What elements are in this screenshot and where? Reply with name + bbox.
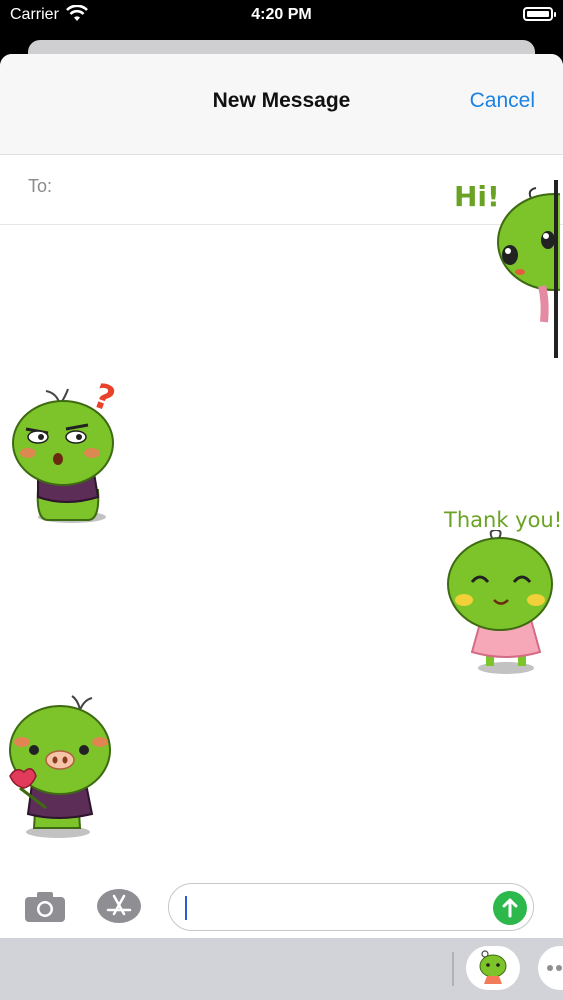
sticker-confused[interactable] — [8, 385, 118, 530]
more-icon — [547, 965, 562, 971]
status-bar: Carrier 4:20 PM — [0, 0, 563, 32]
message-input[interactable] — [168, 883, 534, 931]
composer-bar — [0, 875, 563, 938]
camera-icon[interactable] — [24, 891, 66, 923]
sticker-app-icon — [479, 950, 507, 984]
to-label: To: — [28, 176, 53, 196]
sticker-thank-you[interactable] — [444, 530, 556, 675]
sticker-thank-you-text: Thank you! — [444, 508, 563, 532]
cancel-button[interactable]: Cancel — [470, 89, 535, 113]
more-apps-button[interactable] — [538, 946, 563, 990]
send-button[interactable] — [493, 891, 527, 925]
text-caret — [185, 896, 187, 920]
app-store-icon[interactable] — [96, 888, 142, 924]
clock: 4:20 PM — [251, 6, 312, 23]
drawer-divider — [452, 952, 454, 986]
sticker-hi-peeking[interactable] — [490, 180, 560, 360]
send-arrow-icon — [502, 898, 518, 918]
nav-bar: New Message Cancel — [0, 54, 563, 155]
battery-icon — [523, 7, 556, 21]
sticker-app-button[interactable] — [466, 946, 520, 990]
sticker-flower[interactable] — [4, 692, 116, 842]
app-drawer — [0, 938, 563, 1000]
